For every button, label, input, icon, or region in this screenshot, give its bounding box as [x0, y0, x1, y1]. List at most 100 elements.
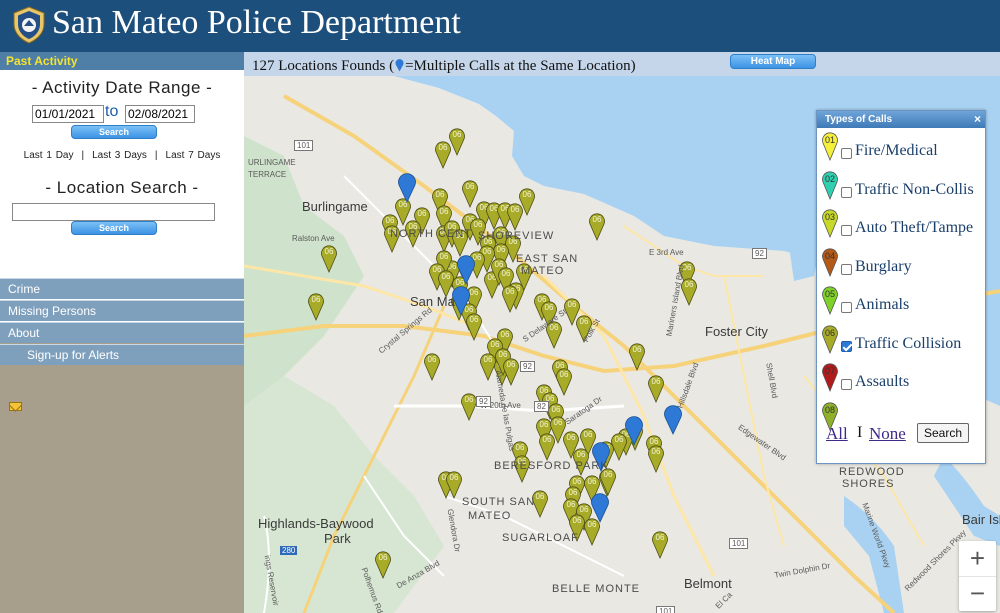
call-type-code: 05 [825, 289, 835, 299]
call-type-checkbox[interactable] [841, 340, 852, 352]
call-type-row[interactable]: 04 Burglary [817, 247, 985, 283]
site-title: San Mateo Police Department [52, 4, 461, 41]
traffic-collision-pin[interactable]: 06 [648, 375, 664, 403]
call-type-pin-icon: 05 [822, 286, 838, 315]
call-type-row[interactable]: 06 Traffic Collision [817, 324, 985, 360]
traffic-collision-pin[interactable]: 06 [461, 393, 477, 421]
pin-label: 06 [428, 355, 437, 364]
traffic-collision-pin[interactable]: 06 [611, 433, 627, 461]
last-7-days-link[interactable]: Last 7 Days [166, 150, 221, 161]
pin-label: 06 [499, 350, 508, 359]
menu-crime[interactable]: Crime [0, 278, 244, 299]
date-from-input[interactable] [32, 105, 104, 123]
pin-label: 06 [507, 360, 516, 369]
pin-label: 06 [511, 205, 520, 214]
call-type-checkbox[interactable] [841, 379, 852, 390]
city-label: Burlingame [302, 199, 368, 214]
call-type-row[interactable]: 05 Animals [817, 285, 985, 321]
area-label: SHORES [842, 478, 895, 490]
location-search-button[interactable]: Search [71, 221, 157, 235]
multi-call-pin[interactable] [591, 493, 609, 523]
legend-text: =Multiple Calls at the Same Location) [405, 58, 636, 74]
traffic-collision-pin[interactable]: 06 [424, 353, 440, 381]
route-shield: 101 [294, 140, 314, 151]
area-label: MATEO [468, 510, 512, 522]
menu-alerts-label[interactable]: Sign-up for Alerts [0, 344, 244, 365]
pin-label: 06 [569, 488, 578, 497]
call-type-row[interactable]: 02 Traffic Non-Collis [817, 170, 985, 206]
call-type-label: Traffic Non-Collis [855, 180, 974, 198]
menu-missing-persons[interactable]: Missing Persons [0, 300, 244, 321]
menu-about[interactable]: About [0, 322, 244, 343]
zoom-in-button[interactable]: + [959, 541, 996, 576]
call-type-checkbox[interactable] [841, 302, 852, 313]
locations-count-text: 127 Locations Founds ( [252, 58, 395, 74]
traffic-collision-pin[interactable]: 06 [681, 278, 697, 306]
traffic-collision-pin[interactable]: 06 [648, 445, 664, 473]
call-type-checkbox[interactable] [841, 225, 852, 236]
traffic-collision-pin[interactable]: 06 [435, 141, 451, 169]
call-type-code: 02 [825, 174, 835, 184]
traffic-collision-pin[interactable]: 06 [652, 531, 668, 559]
traffic-collision-pin[interactable]: 06 [462, 180, 478, 208]
city-label: Belmont [684, 576, 732, 591]
multi-call-pin[interactable] [398, 173, 416, 203]
pin-label: 06 [440, 207, 449, 216]
past-activity-bar: Past Activity [0, 52, 244, 70]
traffic-collision-pin[interactable]: 06 [589, 213, 605, 241]
pin-label: 06 [453, 130, 462, 139]
city-label: Bair Isla [962, 512, 1000, 527]
call-type-row[interactable]: 01 Fire/Medical [817, 131, 985, 167]
locations-count: 127 Locations Founds ( =Multiple Calls at… [252, 58, 636, 75]
call-type-pin-icon: 01 [822, 132, 838, 161]
call-type-checkbox[interactable] [841, 148, 852, 159]
pin-label: 06 [633, 345, 642, 354]
area-label: BERESFORD PARK [494, 460, 609, 472]
pin-label: 06 [450, 473, 459, 482]
traffic-collision-pin[interactable]: 06 [503, 358, 519, 386]
select-all-link[interactable]: All [826, 424, 848, 444]
street-label: TERRACE [248, 170, 287, 179]
last-3-days-link[interactable]: Last 3 Days [92, 150, 147, 161]
area-label: BELLE MONTE [552, 583, 641, 595]
traffic-collision-pin[interactable]: 06 [584, 518, 600, 546]
pin-label: 06 [652, 377, 661, 386]
traffic-collision-pin[interactable]: 06 [446, 471, 462, 499]
area-label: SOUTH SAN [462, 496, 536, 508]
traffic-collision-pin[interactable]: 06 [449, 128, 465, 156]
pin-label: 06 [560, 370, 569, 379]
date-to-input[interactable] [125, 105, 195, 123]
traffic-collision-pin[interactable]: 06 [507, 203, 523, 231]
multi-call-pin[interactable] [664, 405, 682, 435]
street-label: Ralston Ave [292, 234, 335, 243]
range-separator: | [81, 150, 85, 161]
traffic-collision-pin[interactable]: 06 [480, 353, 496, 381]
city-label: San Ma [410, 294, 455, 309]
pin-label: 06 [543, 435, 552, 444]
call-type-label: Fire/Medical [855, 142, 938, 159]
close-icon[interactable]: × [974, 112, 981, 126]
call-type-checkbox[interactable] [841, 263, 852, 275]
traffic-collision-pin[interactable]: 06 [556, 368, 572, 396]
call-type-pin-icon: 06 [822, 324, 838, 354]
city-label: Highlands-Baywood [258, 516, 374, 531]
traffic-collision-pin[interactable]: 06 [600, 468, 616, 496]
zoom-out-button[interactable]: − [959, 576, 996, 611]
pin-label: 06 [584, 430, 593, 439]
call-type-row[interactable]: 03 Auto Theft/Tampe [817, 208, 985, 244]
pin-label: 06 [523, 190, 532, 199]
route-shield: 92 [520, 361, 535, 372]
location-search-input[interactable] [12, 203, 215, 221]
envelope-icon [9, 402, 22, 411]
pin-label: 06 [545, 303, 554, 312]
traffic-collision-pin[interactable]: 06 [539, 433, 555, 461]
last-1-day-link[interactable]: Last 1 Day [24, 150, 74, 161]
route-shield: 101 [729, 538, 749, 549]
call-type-row[interactable]: 07 Assaults [817, 362, 985, 398]
heat-map-button[interactable]: Heat Map [730, 54, 816, 69]
call-type-label: Animals [855, 296, 910, 313]
call-type-checkbox[interactable] [841, 186, 852, 198]
types-search-button[interactable]: Search [917, 423, 969, 443]
date-search-button[interactable]: Search [71, 125, 157, 139]
select-none-link[interactable]: None [869, 424, 906, 444]
